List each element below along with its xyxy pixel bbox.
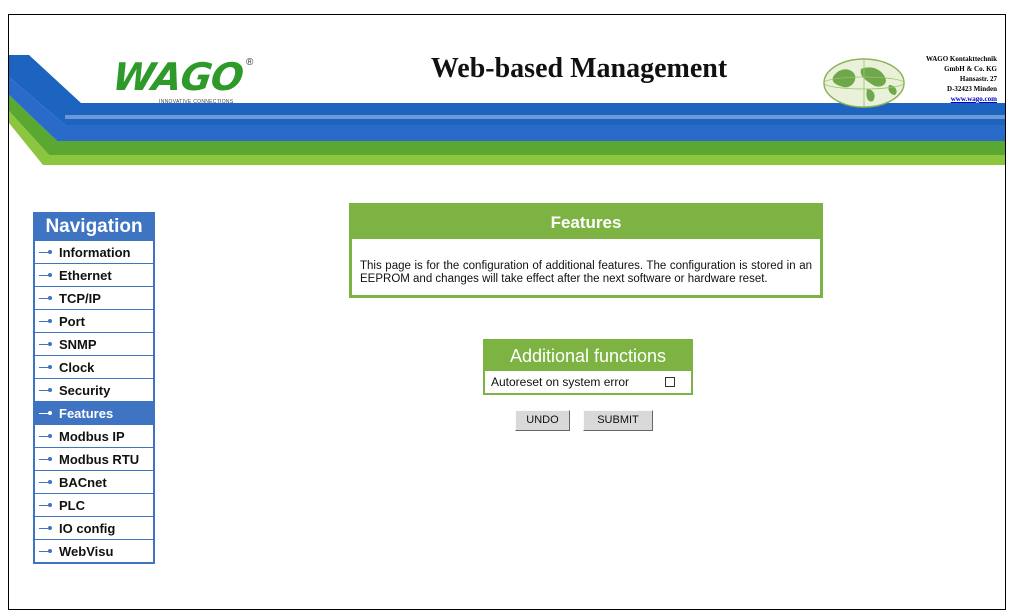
bullet-arrow-icon <box>39 248 55 256</box>
nav-item-label: Security <box>59 382 111 398</box>
nav-item-features[interactable]: Features <box>35 401 153 424</box>
additional-functions-panel: Additional functions Autoreset on system… <box>483 339 693 395</box>
nav-item-modbus-rtu[interactable]: Modbus RTU <box>35 447 153 470</box>
nav-item-ethernet[interactable]: Ethernet <box>35 263 153 286</box>
bullet-arrow-icon <box>39 478 55 486</box>
bullet-arrow-icon <box>39 386 55 394</box>
bullet-arrow-icon <box>39 547 55 555</box>
nav-item-plc[interactable]: PLC <box>35 493 153 516</box>
bullet-arrow-icon <box>39 524 55 532</box>
logo-tagline: INNOVATIVE CONNECTIONS <box>159 99 234 105</box>
nav-item-label: IO config <box>59 520 116 536</box>
bullet-arrow-icon <box>39 340 55 348</box>
nav-item-clock[interactable]: Clock <box>35 355 153 378</box>
nav-item-label: SNMP <box>59 336 97 352</box>
bullet-arrow-icon <box>39 363 55 371</box>
company-line: Hansastr. 27 <box>959 75 997 83</box>
autoreset-checkbox[interactable] <box>665 377 675 387</box>
nav-item-webvisu[interactable]: WebVisu <box>35 539 153 562</box>
nav-item-security[interactable]: Security <box>35 378 153 401</box>
features-panel: Features This page is for the configurat… <box>349 203 823 298</box>
nav-item-port[interactable]: Port <box>35 309 153 332</box>
nav-item-label: TCP/IP <box>59 290 101 306</box>
company-line: D-32423 Minden <box>947 85 997 93</box>
navigation-menu: Navigation Information Ethernet TCP/IP P… <box>33 212 155 564</box>
navigation-title: Navigation <box>35 214 153 240</box>
submit-button[interactable]: SUBMIT <box>583 410 653 431</box>
nav-item-label: Ethernet <box>59 267 112 283</box>
nav-item-io-config[interactable]: IO config <box>35 516 153 539</box>
bullet-arrow-icon <box>39 501 55 509</box>
company-line: WAGO Kontakttechnik <box>926 55 997 63</box>
company-url-link[interactable]: www.wago.com <box>909 94 997 104</box>
autoreset-row: Autoreset on system error <box>485 371 691 393</box>
nav-item-label: Clock <box>59 359 95 375</box>
bullet-arrow-icon <box>39 294 55 302</box>
globe-icon <box>823 58 905 108</box>
bullet-arrow-icon <box>39 455 55 463</box>
features-description: This page is for the configuration of ad… <box>360 260 812 285</box>
features-title: Features <box>352 206 820 239</box>
registered-mark: ® <box>246 57 254 68</box>
bullet-arrow-icon <box>39 317 55 325</box>
undo-button[interactable]: UNDO <box>515 410 570 431</box>
nav-item-label: Features <box>59 405 114 421</box>
nav-item-label: Port <box>59 313 85 329</box>
nav-item-snmp[interactable]: SNMP <box>35 332 153 355</box>
nav-item-label: Information <box>59 244 131 260</box>
nav-item-modbus-ip[interactable]: Modbus IP <box>35 424 153 447</box>
logo-wordmark: WAGO <box>109 55 246 99</box>
nav-item-information[interactable]: Information <box>35 240 153 263</box>
nav-item-label: BACnet <box>59 474 107 490</box>
company-line: GmbH & Co. KG <box>944 65 997 73</box>
nav-item-label: Modbus IP <box>59 428 125 444</box>
additional-functions-title: Additional functions <box>485 341 691 371</box>
nav-item-label: WebVisu <box>59 543 114 559</box>
nav-item-label: Modbus RTU <box>59 451 140 467</box>
bullet-arrow-icon <box>39 432 55 440</box>
nav-item-label: PLC <box>59 497 85 513</box>
company-address: WAGO Kontakttechnik GmbH & Co. KG Hansas… <box>909 54 997 104</box>
wago-logo: WAGO ® INNOVATIVE CONNECTIONS <box>109 55 263 107</box>
autoreset-label: Autoreset on system error <box>491 375 630 389</box>
bullet-arrow-icon <box>39 271 55 279</box>
bullet-arrow-icon <box>39 409 55 417</box>
header-banner: WAGO ® INNOVATIVE CONNECTIONS Web-based … <box>9 15 1005 165</box>
nav-item-tcpip[interactable]: TCP/IP <box>35 286 153 309</box>
page-title: Web-based Management <box>430 53 728 84</box>
nav-item-bacnet[interactable]: BACnet <box>35 470 153 493</box>
browser-page: WAGO ® INNOVATIVE CONNECTIONS Web-based … <box>8 14 1006 610</box>
